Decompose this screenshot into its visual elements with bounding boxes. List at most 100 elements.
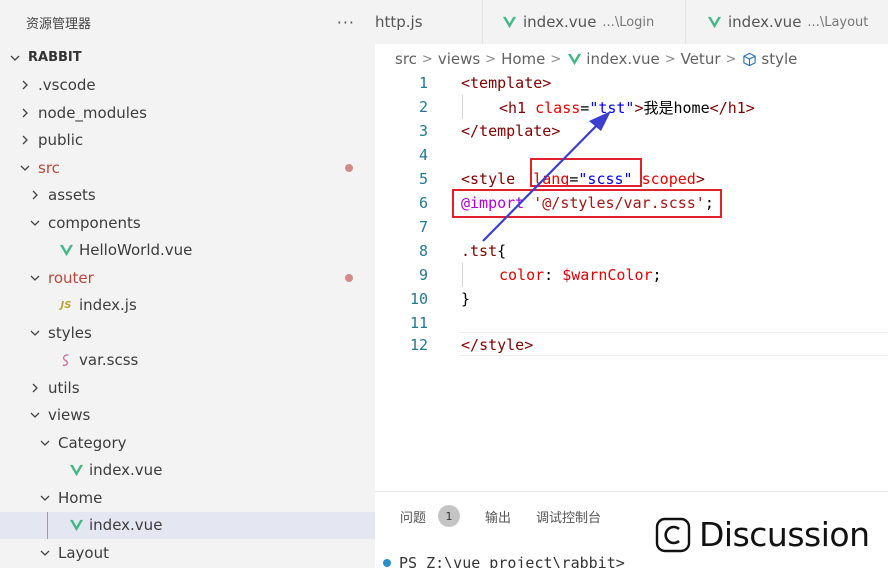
chevron-down-icon (38, 546, 52, 560)
tab-label: http.js (375, 13, 423, 31)
folder-item-public[interactable]: public (0, 127, 375, 155)
folder-item-layout[interactable]: Layout (0, 539, 375, 567)
tree-item-label: .vscode (38, 76, 96, 95)
line-number: 3 (418, 122, 428, 140)
tab-layout-index-vue[interactable]: index.vue ...\Layout (686, 0, 888, 44)
breadcrumb-item[interactable]: src (395, 50, 417, 68)
breadcrumb-item[interactable]: index.vue (586, 50, 659, 68)
folder-item-utils[interactable]: utils (0, 374, 375, 402)
tree-item-label: index.vue (89, 461, 163, 480)
file-item-helloworld-vue[interactable]: HelloWorld.vue (0, 237, 375, 265)
folder-item-category[interactable]: Category (0, 429, 375, 457)
folder-item-styles[interactable]: styles (0, 319, 375, 347)
line-number: 10 (409, 290, 428, 308)
vue-file-icon (501, 14, 517, 30)
editor-tabs: http.js index.vue ...\Login index.vue ..… (375, 0, 888, 44)
code-content: .tst{ (461, 242, 507, 260)
tab-description: ...\Layout (807, 14, 869, 30)
code-line-6[interactable]: 6 @import '@/styles/var.scss'; (375, 191, 888, 215)
tab-output[interactable]: 输出 (485, 507, 511, 526)
code-line-10[interactable]: 10 } (375, 287, 888, 311)
terminal-status-dot (383, 559, 391, 567)
tab-label: index.vue (523, 13, 597, 31)
code-content: </template> (461, 122, 561, 140)
discussion-logo-icon (655, 517, 691, 552)
code-line-4[interactable]: 4 (375, 143, 888, 167)
tree-item-label: node_modules (38, 103, 147, 122)
js-file-icon: JS (60, 299, 72, 311)
folder-item-router[interactable]: router (0, 264, 375, 292)
breadcrumb-item[interactable]: Vetur (681, 50, 721, 68)
project-root[interactable]: RABBIT (0, 44, 375, 72)
chevron-down-icon (28, 326, 42, 340)
line-number: 6 (418, 194, 428, 212)
tab-problems[interactable]: 问题 1 (400, 505, 461, 527)
panel-tabs: 问题 1 输出 调试控制台 (375, 504, 601, 528)
chevron-right-icon (18, 106, 32, 120)
modified-indicator (345, 164, 353, 172)
chevron-down-icon (28, 271, 42, 285)
tree-item-label: Layout (58, 543, 109, 562)
tree-item-label: src (38, 158, 60, 177)
line-number: 8 (418, 242, 428, 260)
explorer-title: 资源管理器 (26, 16, 92, 32)
breadcrumb-item[interactable]: views (438, 50, 480, 68)
chevron-down-icon (38, 491, 52, 505)
code-line-7[interactable]: 7 (375, 215, 888, 239)
code-line-2[interactable]: 2 <h1 class="tst">我是home</h1> (375, 95, 888, 119)
tab-login-index-vue[interactable]: index.vue ...\Login (483, 0, 686, 44)
tree-item-label: assets (48, 186, 96, 205)
code-content: } (461, 290, 471, 308)
folder-item-components[interactable]: components (0, 209, 375, 237)
project-name: RABBIT (28, 50, 82, 66)
code-line-3[interactable]: 3 </template> (375, 119, 888, 143)
tab-http-js[interactable]: http.js (375, 0, 483, 44)
chevron-down-icon (18, 161, 32, 175)
tree-item-label: HelloWorld.vue (79, 241, 193, 260)
scss-file-icon (58, 352, 74, 368)
tab-label: 输出 (485, 510, 512, 526)
code-line-5[interactable]: 5 <style lang="scss" scoped> (375, 167, 888, 191)
code-line-9[interactable]: 9 color: $warnColor; (375, 263, 888, 287)
breadcrumb-item[interactable]: Home (501, 50, 545, 68)
code-content: @import '@/styles/var.scss'; (461, 194, 714, 212)
chevron-right-icon: > (421, 51, 433, 67)
folder-item-vscode[interactable]: .vscode (0, 72, 375, 100)
code-line-1[interactable]: 1 <template> (375, 71, 888, 95)
file-item-index-vue[interactable]: index.vue (0, 511, 375, 539)
code-content: <template> (461, 74, 552, 92)
chevron-right-icon (18, 133, 32, 147)
line-number: 9 (418, 266, 428, 284)
code-content: color: $warnColor; (499, 266, 662, 284)
watermark-text: Discussion (699, 515, 870, 554)
vue-file-icon (58, 242, 74, 258)
tree-item-label: var.scss (79, 351, 139, 370)
tree-item-label: index.js (79, 296, 137, 315)
code-line-8[interactable]: 8 .tst{ (375, 239, 888, 263)
folder-item-views[interactable]: views (0, 402, 375, 430)
breadcrumb: src > views > Home > index.vue > Vetur >… (395, 48, 797, 70)
code-line-11[interactable]: 11 (375, 311, 888, 335)
chevron-down-icon (38, 436, 52, 450)
more-actions-icon[interactable]: ··· (337, 13, 355, 32)
breadcrumb-item[interactable]: style (761, 50, 797, 68)
code-content: </style> (461, 336, 534, 354)
folder-item-home[interactable]: Home (0, 484, 375, 512)
line-number: 1 (418, 74, 428, 92)
tree-item-label: Home (58, 488, 103, 507)
file-tree: RABBIT .vscode node_modulespublic src asset… (0, 44, 375, 567)
folder-item-node-modules[interactable]: node_modules (0, 99, 375, 127)
chevron-right-icon (28, 381, 42, 395)
code-line-12[interactable]: 12 </style> (375, 333, 888, 357)
file-item-var-scss[interactable]: var.scss (0, 347, 375, 375)
folder-item-assets[interactable]: assets (0, 182, 375, 210)
tree-item-label: router (48, 268, 94, 287)
folder-item-src[interactable]: src (0, 154, 375, 182)
file-item-index-vue[interactable]: index.vue (0, 457, 375, 485)
tab-debug-console[interactable]: 调试控制台 (536, 507, 601, 526)
code-content: <style lang="scss" scoped> (461, 170, 705, 188)
chevron-right-icon (18, 78, 32, 92)
file-item-index-js[interactable]: JS index.js (0, 292, 375, 320)
code-editor[interactable]: 1 <template> 2 <h1 class="tst">我是home</h… (375, 71, 888, 491)
terminal-prompt[interactable]: PS Z:\vue_project\rabbit> (383, 554, 625, 568)
